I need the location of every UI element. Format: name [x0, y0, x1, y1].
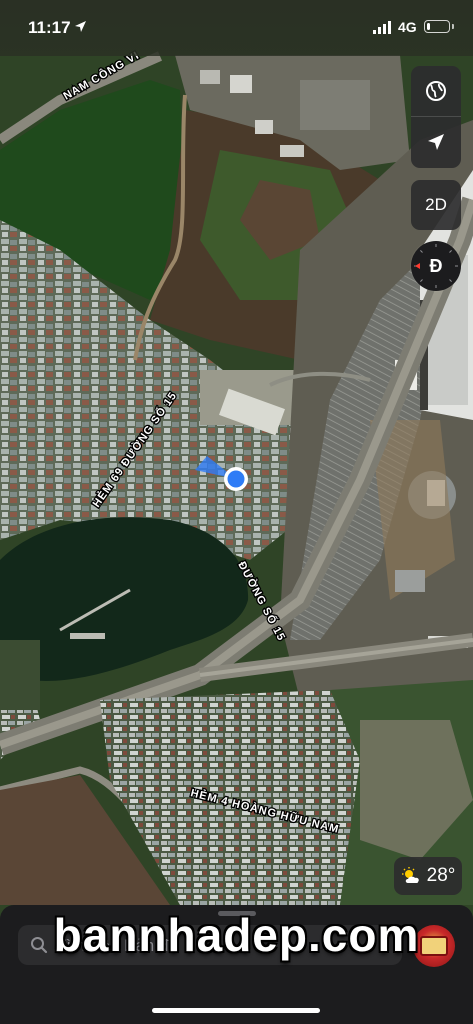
search-icon: [31, 937, 48, 954]
compass-label: Đ: [429, 255, 443, 276]
network-label: 4G: [398, 19, 417, 35]
status-time: 11:17: [28, 18, 71, 37]
avatar-icon[interactable]: [413, 925, 455, 967]
search-bar[interactable]: [18, 925, 402, 967]
partly-cloudy-icon: [401, 867, 419, 883]
avatar-emblem: [420, 936, 448, 956]
location-arrow-icon: [428, 134, 444, 150]
battery-level: [426, 22, 430, 30]
globe-icon: [426, 81, 446, 101]
map-controls-group: [411, 66, 461, 168]
bottom-sheet[interactable]: [0, 905, 473, 1024]
status-bar: 11:17 4G: [0, 0, 473, 56]
weather-temperature: 28°: [426, 865, 456, 886]
compass-button[interactable]: Đ: [411, 241, 461, 291]
user-location-dot: [227, 470, 245, 488]
battery-cap: [452, 24, 454, 29]
weather-badge[interactable]: 28°: [394, 857, 462, 895]
sheet-grabber[interactable]: [218, 911, 256, 916]
locate-me-button[interactable]: [411, 117, 461, 167]
search-input[interactable]: [54, 925, 388, 967]
map-type-button[interactable]: [411, 66, 461, 116]
signal-icon: [373, 21, 391, 34]
home-indicator[interactable]: [152, 1008, 320, 1013]
location-arrow-icon: [75, 21, 86, 32]
battery-icon: [424, 20, 450, 33]
view-mode-button[interactable]: 2D: [411, 180, 461, 230]
